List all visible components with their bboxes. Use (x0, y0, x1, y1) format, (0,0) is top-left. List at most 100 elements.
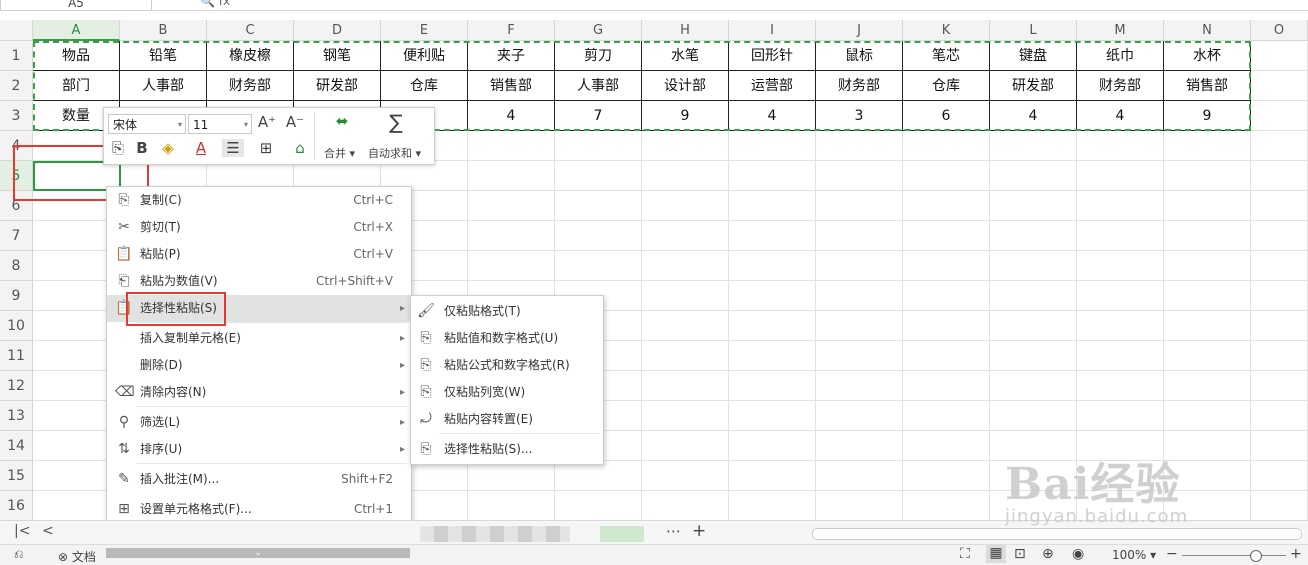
cell-l4[interactable] (990, 131, 1077, 161)
cell-o8[interactable] (1251, 251, 1308, 281)
cell-o7[interactable] (1251, 221, 1308, 251)
column-header-a[interactable]: A (33, 20, 120, 41)
column-header-j[interactable]: J (816, 20, 903, 41)
column-header-h[interactable]: H (642, 20, 729, 41)
cell-o1[interactable] (1251, 41, 1308, 71)
menu-item-9[interactable]: ⇅ 排序(U) ▸ (107, 436, 411, 463)
column-header-d[interactable]: D (294, 20, 381, 41)
zoom-slider-thumb[interactable] (1250, 550, 1262, 562)
cell-f7[interactable] (468, 221, 555, 251)
cell-h15[interactable] (642, 461, 729, 491)
cell-j5[interactable] (816, 161, 903, 191)
cell-h7[interactable] (642, 221, 729, 251)
cell-o2[interactable] (1251, 71, 1308, 101)
cell-k7[interactable] (903, 221, 990, 251)
sigma-icon[interactable]: ∑ (382, 110, 410, 134)
eye-protect-icon[interactable]: ◉ (1072, 546, 1084, 562)
shrink-font-button[interactable]: A⁻ (284, 113, 306, 131)
cell-k5[interactable] (903, 161, 990, 191)
cell-l7[interactable] (990, 221, 1077, 251)
cell-k4[interactable] (903, 131, 990, 161)
cell-j13[interactable] (816, 401, 903, 431)
cell-h1[interactable]: 水笔 (642, 41, 729, 71)
cell-b1[interactable]: 铅笔 (120, 41, 207, 71)
cell-e2[interactable]: 仓库 (381, 71, 468, 101)
cell-k9[interactable] (903, 281, 990, 311)
cell-f3[interactable]: 4 (468, 101, 555, 131)
cell-l12[interactable] (990, 371, 1077, 401)
column-header-c[interactable]: C (207, 20, 294, 41)
row-header-8[interactable]: 8 (0, 251, 33, 281)
cell-i12[interactable] (729, 371, 816, 401)
column-header-l[interactable]: L (990, 20, 1077, 41)
cell-k13[interactable] (903, 401, 990, 431)
align-center-icon[interactable]: ☰ (222, 139, 244, 157)
cell-i2[interactable]: 运营部 (729, 71, 816, 101)
cell-i10[interactable] (729, 311, 816, 341)
cell-k16[interactable] (903, 491, 990, 521)
cell-j10[interactable] (816, 311, 903, 341)
cell-g5[interactable] (555, 161, 642, 191)
menu-item-10[interactable]: ✎ 插入批注(M)... Shift+F2 (107, 466, 411, 493)
cell-l3[interactable]: 4 (990, 101, 1077, 131)
cell-n6[interactable] (1164, 191, 1251, 221)
search-icon[interactable]: 🔍 (200, 0, 215, 8)
cell-h5[interactable] (642, 161, 729, 191)
cell-i9[interactable] (729, 281, 816, 311)
zoom-slider[interactable] (1182, 555, 1286, 556)
cell-b2[interactable]: 人事部 (120, 71, 207, 101)
cell-k11[interactable] (903, 341, 990, 371)
cell-h6[interactable] (642, 191, 729, 221)
submenu-item-4[interactable]: ⤾ 粘贴内容转置(E) (411, 406, 603, 433)
cell-i11[interactable] (729, 341, 816, 371)
column-header-i[interactable]: I (729, 20, 816, 41)
name-box[interactable]: A5 (0, 0, 152, 11)
cell-l11[interactable] (990, 341, 1077, 371)
cell-j15[interactable] (816, 461, 903, 491)
cell-m11[interactable] (1077, 341, 1164, 371)
column-header-o[interactable]: O (1251, 20, 1308, 41)
font-size-select[interactable]: 11 ▾ (188, 114, 252, 134)
cell-h8[interactable] (642, 251, 729, 281)
cell-o11[interactable] (1251, 341, 1308, 371)
column-header-f[interactable]: F (468, 20, 555, 41)
row-header-16[interactable]: 16 (0, 491, 33, 521)
menu-item-8[interactable]: ⚲ 筛选(L) ▸ (107, 409, 411, 436)
cell-m4[interactable] (1077, 131, 1164, 161)
cell-e1[interactable]: 便利贴 (381, 41, 468, 71)
reading-view-icon[interactable]: ⊕ (1042, 546, 1054, 562)
select-all-corner[interactable] (0, 20, 33, 41)
cell-k2[interactable]: 仓库 (903, 71, 990, 101)
row-header-12[interactable]: 12 (0, 371, 33, 401)
fx-label[interactable]: 🔍 fx (200, 0, 260, 10)
cell-h14[interactable] (642, 431, 729, 461)
cell-h10[interactable] (642, 311, 729, 341)
cell-n3[interactable]: 9 (1164, 101, 1251, 131)
cell-i15[interactable] (729, 461, 816, 491)
cell-h13[interactable] (642, 401, 729, 431)
row-header-9[interactable]: 9 (0, 281, 33, 311)
cell-j6[interactable] (816, 191, 903, 221)
row-header-3[interactable]: 3 (0, 101, 33, 131)
submenu-item-1[interactable]: ⎘ 粘贴值和数字格式(U) (411, 325, 603, 352)
doc-status[interactable]: ⊗ 文档 (58, 548, 96, 565)
column-header-k[interactable]: K (903, 20, 990, 41)
grow-font-button[interactable]: A⁺ (256, 113, 278, 131)
menu-item-6[interactable]: 删除(D) ▸ (107, 352, 411, 379)
cell-j14[interactable] (816, 431, 903, 461)
add-sheet-icon[interactable]: + (692, 521, 706, 541)
column-header-g[interactable]: G (555, 20, 642, 41)
cell-g16[interactable] (555, 491, 642, 521)
cell-i6[interactable] (729, 191, 816, 221)
cell-i1[interactable]: 回形针 (729, 41, 816, 71)
merge-button[interactable]: 合并 ▾ (324, 145, 355, 161)
cell-j2[interactable]: 财务部 (816, 71, 903, 101)
cell-f4[interactable] (468, 131, 555, 161)
cell-n7[interactable] (1164, 221, 1251, 251)
cell-d1[interactable]: 钢笔 (294, 41, 381, 71)
cell-f6[interactable] (468, 191, 555, 221)
cell-d2[interactable]: 研发部 (294, 71, 381, 101)
cell-l8[interactable] (990, 251, 1077, 281)
cell-a1[interactable]: 物品 (33, 41, 120, 71)
column-header-n[interactable]: N (1164, 20, 1251, 41)
